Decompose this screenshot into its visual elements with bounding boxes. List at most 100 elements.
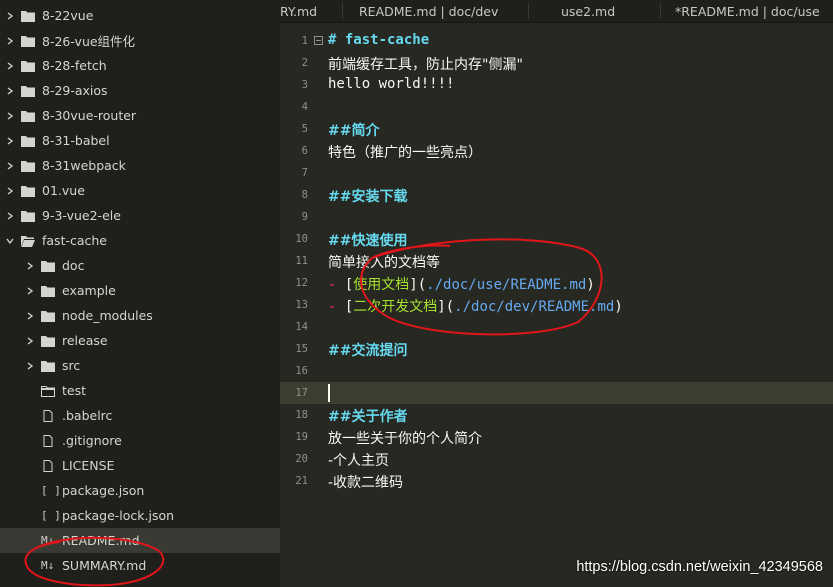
- json-file-icon: [ ]: [41, 484, 61, 497]
- chevron-right-icon[interactable]: [25, 286, 35, 296]
- chevron-right-icon[interactable]: [5, 61, 15, 71]
- folder-icon: [41, 310, 55, 322]
- line-10-heading: ##快速使用: [328, 233, 408, 249]
- sidebar-item-8-29-axios[interactable]: 8-29-axios: [0, 78, 280, 103]
- sidebar-item-label: .babelrc: [62, 408, 113, 423]
- folder-icon: [21, 10, 35, 22]
- sidebar-item-label: release: [62, 333, 108, 348]
- sidebar-item-fast-cache[interactable]: fast-cache: [0, 228, 280, 253]
- watermark-text: https://blog.csdn.net/weixin_42349568: [576, 559, 823, 575]
- folder-icon: [21, 160, 35, 172]
- line-number: 4: [301, 101, 308, 113]
- sidebar-item-label: 8-26-vue组件化: [42, 34, 136, 49]
- sidebar-item-summary-md[interactable]: M↓ SUMMARY.md: [0, 553, 280, 578]
- tab-label: README.md | doc/dev: [359, 3, 499, 19]
- chevron-right-icon[interactable]: [5, 86, 15, 96]
- sidebar-item-label: 9-3-vue2-ele: [42, 208, 121, 223]
- sidebar-item-readme-md[interactable]: M↓ README.md: [0, 528, 280, 553]
- markdown-file-icon: M↓: [41, 559, 55, 572]
- sidebar-item-8-22vue[interactable]: 8-22vue: [0, 3, 280, 28]
- sidebar-item-babelrc[interactable]: .babelrc: [0, 403, 280, 428]
- sidebar-item-8-31webpack[interactable]: 8-31webpack: [0, 153, 280, 178]
- sidebar-item-doc[interactable]: doc: [0, 253, 280, 278]
- line-number: 12: [295, 277, 308, 289]
- line-2-text: 前端缓存工具，防止内存"侧漏": [328, 57, 523, 73]
- chevron-right-icon[interactable]: [5, 211, 15, 221]
- tab-label: use2.md: [561, 3, 616, 19]
- line-number: 14: [295, 321, 308, 333]
- folder-icon: [41, 335, 55, 347]
- sidebar-item-label: 8-22vue: [42, 8, 94, 23]
- code-editor[interactable]: 1 2 3 4 5 6 7 8 9 10 11 12 13 14 15 16 17 18 19 20 21 # fast…: [280, 23, 833, 587]
- sidebar-item-9-3-vue2-ele[interactable]: 9-3-vue2-ele: [0, 203, 280, 228]
- folder-icon: [21, 60, 35, 72]
- editor-line[interactable]: 14: [280, 316, 833, 338]
- link-bracket: ): [614, 299, 623, 315]
- tab-readme-dev[interactable]: README.md | doc/dev: [359, 0, 498, 22]
- line-number: 5: [301, 123, 308, 135]
- chevron-right-icon[interactable]: [25, 311, 35, 321]
- chevron-right-icon[interactable]: [25, 361, 35, 371]
- editor-line[interactable]: 16: [280, 360, 833, 382]
- chevron-right-icon[interactable]: [25, 336, 35, 346]
- editor-line[interactable]: 4: [280, 96, 833, 118]
- sidebar-item-8-26-vue[interactable]: 8-26-vue组件化: [0, 28, 280, 53]
- chevron-down-icon[interactable]: [5, 236, 15, 246]
- line-number: 1: [301, 35, 308, 47]
- chevron-right-icon[interactable]: [5, 136, 15, 146]
- line-number: 15: [295, 343, 308, 355]
- editor-line[interactable]: 17: [280, 382, 833, 404]
- folder-icon: [21, 35, 35, 47]
- sidebar-item-label: test: [62, 383, 87, 398]
- sidebar-item-src[interactable]: src: [0, 353, 280, 378]
- folder-icon: [41, 260, 55, 272]
- fold-toggle-icon[interactable]: [314, 36, 323, 45]
- chevron-right-icon[interactable]: [5, 186, 15, 196]
- sidebar-item-label: src: [62, 358, 81, 373]
- chevron-right-icon[interactable]: [5, 11, 15, 21]
- link-bracket: ): [586, 277, 595, 293]
- sidebar-item-node-modules[interactable]: node_modules: [0, 303, 280, 328]
- sidebar-item-01-vue[interactable]: 01.vue: [0, 178, 280, 203]
- folder-empty-icon: [41, 385, 55, 397]
- folder-icon: [21, 210, 35, 222]
- sidebar-item-test[interactable]: test: [0, 378, 280, 403]
- tab-summary[interactable]: RY.md: [280, 0, 317, 22]
- link-url-dev: ./doc/dev/README.md: [454, 299, 615, 315]
- editor-line[interactable]: 9: [280, 206, 833, 228]
- chevron-right-icon[interactable]: [5, 111, 15, 121]
- line-number: 3: [301, 79, 308, 91]
- chevron-right-icon[interactable]: [5, 36, 15, 46]
- sidebar-item-label: node_modules: [62, 308, 153, 323]
- line-number: 9: [301, 211, 308, 223]
- sidebar-item-8-28-fetch[interactable]: 8-28-fetch: [0, 53, 280, 78]
- line-number: 10: [295, 233, 308, 245]
- link-url-use: ./doc/use/README.md: [426, 277, 587, 293]
- chevron-right-icon[interactable]: [25, 261, 35, 271]
- line-number: 7: [301, 167, 308, 179]
- tab-use2[interactable]: use2.md: [561, 0, 615, 22]
- sidebar-item-license[interactable]: LICENSE: [0, 453, 280, 478]
- line-15-heading: ##交流提问: [328, 343, 408, 359]
- sidebar-item-label: 8-30vue-router: [42, 108, 137, 123]
- editor-line[interactable]: 7: [280, 162, 833, 184]
- line-11-text: 简单接入的文档等: [328, 255, 440, 271]
- line-number: 18: [295, 409, 308, 421]
- tab-readme-use[interactable]: *README.md | doc/use: [675, 0, 820, 22]
- chevron-right-icon[interactable]: [5, 161, 15, 171]
- sidebar-item-8-31-babel[interactable]: 8-31-babel: [0, 128, 280, 153]
- line-21-text: -收款二维码: [328, 475, 404, 491]
- sidebar-item-release[interactable]: release: [0, 328, 280, 353]
- sidebar-item-gitignore[interactable]: .gitignore: [0, 428, 280, 453]
- folder-open-icon: [21, 235, 35, 247]
- sidebar-item-8-30vue-router[interactable]: 8-30vue-router: [0, 103, 280, 128]
- sidebar-item-label: 01.vue: [42, 183, 85, 198]
- line-number: 8: [301, 189, 308, 201]
- sidebar-item-package-lock-json[interactable]: [ ] package-lock.json: [0, 503, 280, 528]
- sidebar-item-package-json[interactable]: [ ] package.json: [0, 478, 280, 503]
- sidebar-item-label: example: [62, 283, 116, 298]
- sidebar-item-example[interactable]: example: [0, 278, 280, 303]
- sidebar-item-label: .gitignore: [62, 433, 122, 448]
- line-number: 20: [295, 453, 308, 465]
- file-tree-sidebar: 8-22vue 8-26-vue组件化 8-28-fetch 8-29-axios 8-…: [0, 0, 280, 587]
